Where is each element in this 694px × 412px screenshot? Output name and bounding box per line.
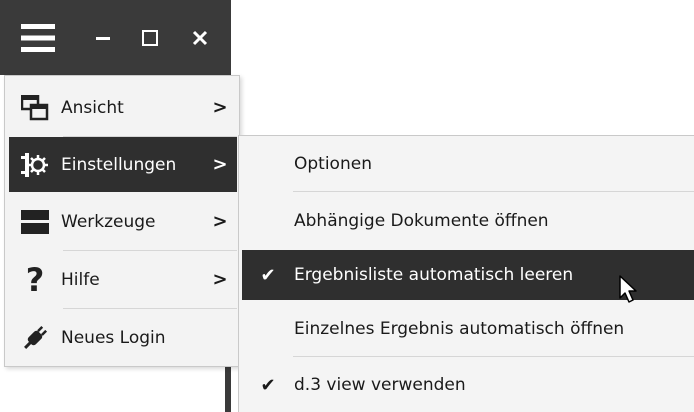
- main-menu: Ansicht > Einstellungen > Werkzeuge > ? …: [4, 75, 240, 367]
- windows-icon: [9, 94, 61, 121]
- hamburger-icon[interactable]: [8, 0, 68, 75]
- menu-item-werkzeuge[interactable]: Werkzeuge >: [9, 194, 237, 249]
- submenu-item-optionen[interactable]: Optionen: [242, 139, 694, 189]
- submenu-item-d3-view[interactable]: ✔ d.3 view verwenden: [242, 360, 694, 410]
- submenu-item-einzelnes-ergebnis[interactable]: Einzelnes Ergebnis automatisch öffnen: [242, 304, 694, 354]
- close-icon[interactable]: [180, 0, 220, 75]
- submenu-item-abhaengige-dokumente[interactable]: Abhängige Dokumente öffnen: [242, 196, 694, 246]
- menu-divider: [293, 191, 694, 192]
- chevron-right-icon: >: [212, 97, 228, 118]
- menu-item-einstellungen[interactable]: Einstellungen >: [9, 137, 237, 192]
- menu-item-hilfe[interactable]: ? Hilfe >: [9, 252, 237, 307]
- menu-item-label: Hilfe: [61, 269, 100, 290]
- plug-icon: [9, 323, 61, 353]
- menu-item-label: Einstellungen: [61, 154, 177, 175]
- toolbox-icon: [9, 209, 61, 235]
- submenu-item-label: Abhängige Dokumente öffnen: [294, 211, 549, 231]
- window-titlebar: [0, 0, 231, 75]
- maximize-icon[interactable]: [133, 0, 167, 75]
- menu-item-neues-login[interactable]: Neues Login: [9, 310, 237, 365]
- submenu-item-label: d.3 view verwenden: [294, 375, 466, 395]
- mouse-cursor-icon: [619, 275, 637, 303]
- menu-item-label: Werkzeuge: [61, 211, 156, 232]
- chevron-right-icon: >: [212, 211, 228, 232]
- menu-divider: [63, 250, 237, 251]
- help-icon: ?: [25, 260, 45, 299]
- menu-divider: [63, 308, 237, 309]
- menu-item-label: Neues Login: [61, 327, 166, 348]
- chevron-right-icon: >: [212, 269, 228, 290]
- menu-divider: [293, 356, 694, 357]
- menu-item-label: Ansicht: [61, 97, 124, 118]
- submenu-item-label: Optionen: [294, 154, 372, 174]
- submenu-item-label: Einzelnes Ergebnis automatisch öffnen: [294, 319, 625, 339]
- menu-item-ansicht[interactable]: Ansicht >: [9, 80, 237, 135]
- chevron-right-icon: >: [212, 154, 228, 175]
- checkmark-icon: ✔: [260, 264, 276, 286]
- checkmark-icon: ✔: [260, 374, 276, 396]
- settings-icon: [9, 150, 61, 180]
- submenu-item-label: Ergebnisliste automatisch leeren: [294, 265, 574, 285]
- minimize-icon[interactable]: [86, 0, 120, 75]
